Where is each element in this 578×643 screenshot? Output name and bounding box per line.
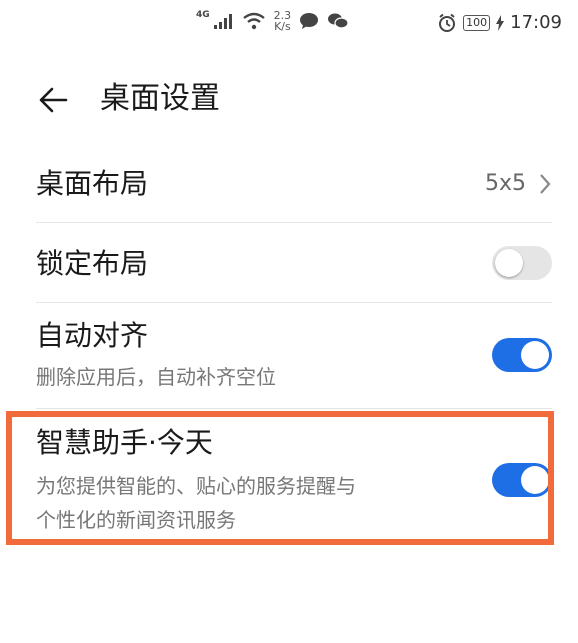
status-center: 4G 2.3 K/s [196, 10, 349, 32]
setting-lock-layout: 锁定布局 [36, 242, 552, 286]
wifi-icon [242, 12, 265, 30]
alarm-icon [439, 13, 456, 32]
toggle-knob [495, 249, 523, 277]
divider [36, 222, 552, 223]
charging-bolt-icon [496, 14, 505, 31]
layout-value: 5x5 [484, 171, 526, 196]
auto-align-toggle[interactable] [492, 338, 552, 372]
battery-level: 100 [463, 14, 491, 31]
page-header: 桌面设置 [0, 75, 578, 125]
status-right: 100 17:09 [437, 12, 562, 33]
setting-description: 删除应用后，自动补齐空位 [36, 365, 276, 389]
page-title: 桌面设置 [100, 81, 220, 116]
wechat-icon [328, 13, 349, 29]
setting-desktop-layout[interactable]: 桌面布局 5x5 [36, 162, 552, 206]
toggle-knob [521, 341, 549, 369]
setting-label: 锁定布局 [36, 247, 149, 280]
chevron-right-icon [540, 174, 551, 194]
setting-label: 自动对齐 [36, 319, 149, 352]
divider [36, 302, 552, 303]
highlight-box [6, 411, 554, 545]
setting-auto-align: 自动对齐 删除应用后，自动补齐空位 [36, 318, 552, 396]
signal-icon [213, 14, 232, 29]
clock: 17:09 [510, 12, 562, 33]
back-arrow-icon[interactable] [36, 83, 70, 117]
network-type: 4G [196, 10, 210, 20]
lock-layout-toggle[interactable] [492, 246, 552, 280]
divider [36, 408, 552, 409]
chat-bubble-icon [300, 13, 319, 29]
setting-label: 桌面布局 [36, 167, 149, 200]
status-bar: 4G 2.3 K/s 100 17:09 [0, 0, 578, 46]
speed-unit: K/s [274, 20, 291, 33]
network-speed: 2.3 K/s [274, 10, 292, 32]
